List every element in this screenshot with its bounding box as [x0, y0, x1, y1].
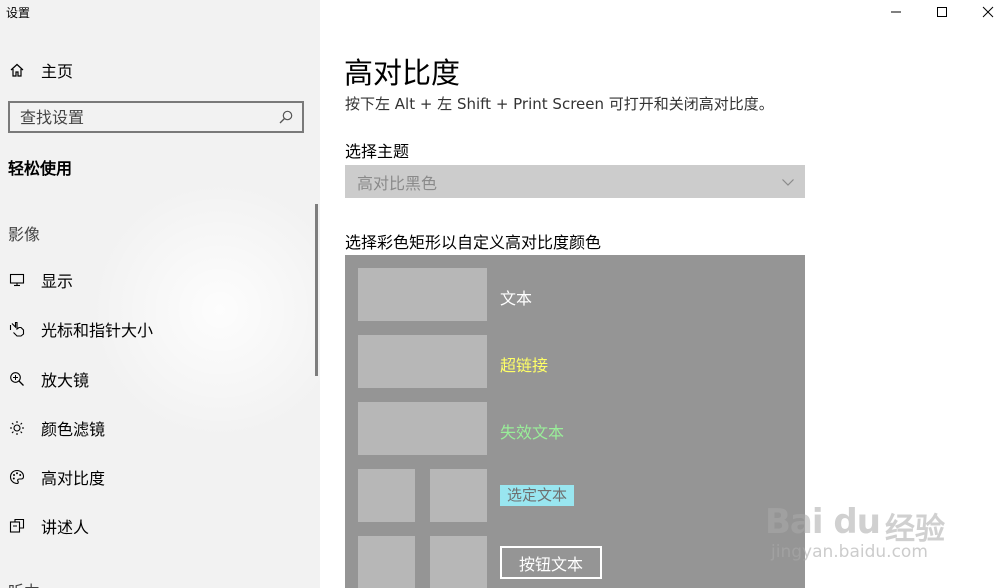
search-icon[interactable]	[278, 109, 294, 125]
selected-text-fg-swatch[interactable]	[358, 469, 415, 522]
sidebar-item-magnifier[interactable]: 放大镜	[8, 367, 308, 391]
sidebar-item-display[interactable]: 显示	[8, 268, 308, 292]
color-customize-label: 选择彩色矩形以自定义高对比度颜色	[345, 233, 602, 252]
disabled-text-color-label: 失效文本	[500, 423, 565, 442]
pointer-icon	[8, 320, 26, 338]
button-text-preview: 按钮文本	[500, 546, 602, 579]
disabled-text-color-swatch[interactable]	[358, 402, 487, 455]
sidebar-item-narrator[interactable]: 讲述人	[8, 514, 308, 538]
color-swatch-panel: 文本 超链接 失效文本 选定文本 按钮文本	[345, 255, 805, 588]
sidebar-item-label: 显示	[41, 272, 74, 291]
minimize-icon	[891, 11, 901, 13]
watermark-url: jingyan.baidu.com	[771, 542, 928, 562]
sidebar-item-label: 放大镜	[41, 370, 90, 390]
section-title: 轻松使用	[8, 159, 73, 178]
search-input[interactable]	[20, 107, 270, 127]
minimize-button[interactable]	[873, 0, 919, 24]
palette-icon	[8, 468, 26, 486]
hyperlink-color-swatch[interactable]	[358, 335, 487, 388]
selected-text-bg-swatch[interactable]	[430, 469, 487, 522]
button-text-fg-swatch[interactable]	[358, 536, 415, 588]
baidu-watermark: Bai du 经验 jingyan.baidu.com	[765, 490, 990, 580]
theme-dropdown[interactable]: 高对比黑色	[345, 165, 805, 198]
maximize-icon	[937, 7, 947, 17]
sidebar: 设置 主页 轻松使用 影像 显示 光标和指针大小	[0, 0, 320, 588]
group-label-hearing: 听力	[8, 578, 40, 588]
sidebar-item-label: 颜色滤镜	[41, 419, 106, 439]
app-title: 设置	[6, 6, 31, 20]
button-text-bg-swatch[interactable]	[430, 536, 487, 588]
text-color-swatch[interactable]	[358, 268, 487, 321]
sidebar-item-label: 高对比度	[41, 469, 106, 489]
text-color-label: 文本	[500, 289, 533, 308]
close-icon	[982, 6, 994, 18]
home-icon	[8, 61, 26, 79]
chevron-down-icon	[782, 179, 794, 186]
selected-text-label: 选定文本	[500, 485, 575, 506]
search-box[interactable]	[8, 101, 304, 133]
nav-list: 显示 光标和指针大小 放大镜 颜色滤镜 高对比度 讲述人	[8, 268, 308, 564]
sidebar-item-label: 光标和指针大小	[41, 321, 154, 341]
group-label-vision: 影像	[8, 225, 41, 244]
monitor-icon	[8, 271, 26, 289]
maximize-button[interactable]	[919, 0, 965, 24]
close-button[interactable]	[965, 0, 1000, 24]
theme-label: 选择主题	[345, 142, 410, 161]
home-label: 主页	[41, 62, 74, 81]
hyperlink-color-label: 超链接	[500, 356, 549, 375]
page-title: 高对比度	[344, 56, 461, 90]
sidebar-item-color-filters[interactable]: 颜色滤镜	[8, 416, 308, 440]
magnifier-icon	[8, 370, 26, 388]
watermark-brand: Bai du	[765, 502, 881, 542]
sidebar-item-label: 讲述人	[41, 518, 90, 538]
sidebar-item-pointer[interactable]: 光标和指针大小	[8, 317, 308, 341]
shortcut-hint: 按下左 Alt + 左 Shift + Print Screen 可打开和关闭高…	[345, 95, 774, 113]
narrator-icon	[8, 517, 26, 535]
sidebar-item-high-contrast[interactable]: 高对比度	[8, 465, 308, 489]
sidebar-item-home[interactable]: 主页	[8, 58, 73, 82]
sidebar-scrollbar[interactable]	[315, 204, 318, 376]
sun-icon	[8, 419, 26, 437]
theme-selected-value: 高对比黑色	[357, 173, 438, 193]
